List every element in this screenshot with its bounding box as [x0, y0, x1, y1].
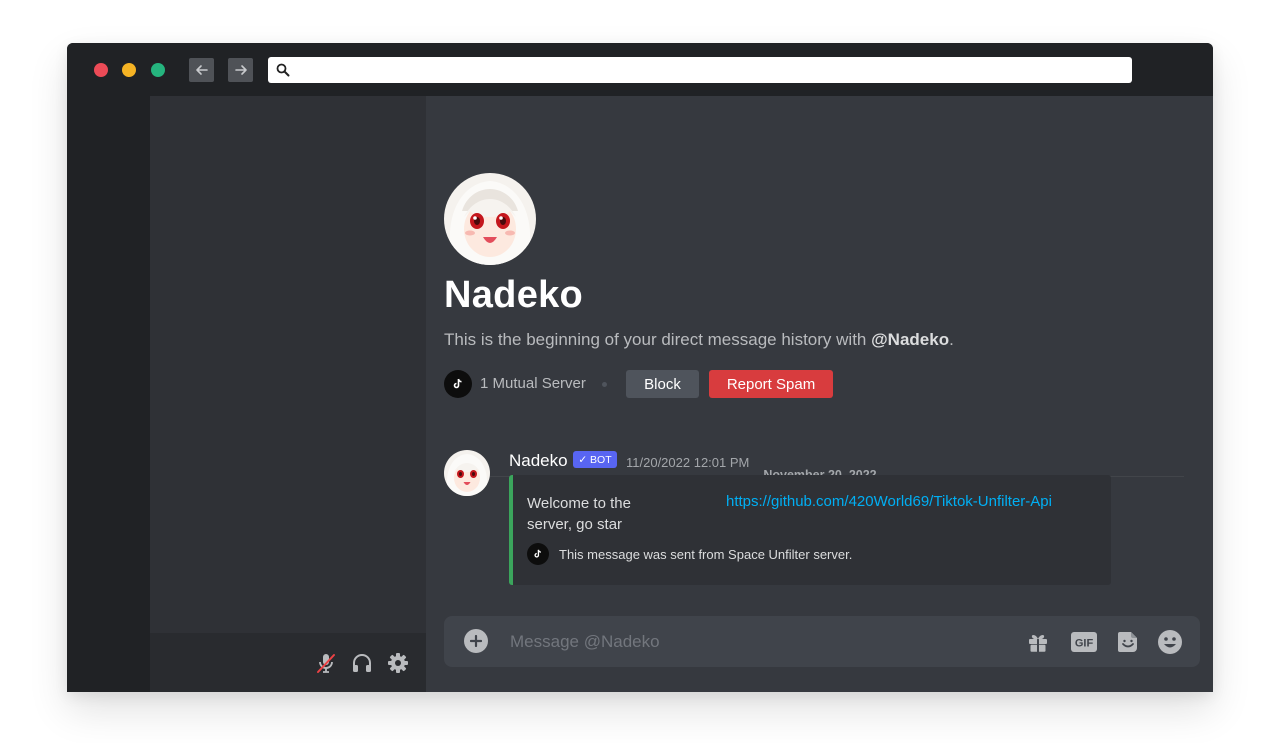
gif-icon: GIF [1071, 632, 1097, 652]
anime-avatar-image [444, 173, 536, 265]
profile-name: Nadeko [444, 274, 584, 316]
gif-button[interactable]: GIF [1070, 628, 1098, 656]
separator-dot [602, 382, 607, 387]
message-author[interactable]: Nadeko [509, 451, 568, 471]
tiktok-logo-icon [534, 549, 542, 558]
gift-icon [1029, 634, 1047, 652]
dm-intro-text: This is the beginning of your direct mes… [444, 330, 954, 350]
headphones-icon [353, 654, 371, 672]
close-window-button[interactable] [94, 63, 108, 77]
arrow-left-icon [195, 65, 208, 75]
add-attachment-button[interactable] [464, 629, 488, 653]
block-button[interactable]: Block [626, 370, 699, 398]
address-input[interactable] [296, 60, 1120, 82]
dm-sidebar [150, 96, 426, 692]
browser-window: Nadeko This is the beginning of your dir… [67, 43, 1213, 692]
profile-avatar[interactable] [444, 173, 536, 265]
report-spam-button[interactable]: Report Spam [709, 370, 833, 398]
maximize-window-button[interactable] [151, 63, 165, 77]
anime-avatar-image [444, 450, 490, 496]
minimize-window-button[interactable] [122, 63, 136, 77]
message-composer: GIF [444, 616, 1200, 667]
gear-icon [388, 653, 408, 673]
tiktok-server-icon[interactable] [444, 370, 472, 398]
embed-footer-text: This message was sent from Space Unfilte… [559, 547, 853, 562]
dm-main: Nadeko This is the beginning of your dir… [426, 96, 1213, 692]
microphone-muted-icon [317, 654, 335, 673]
mute-button[interactable] [314, 651, 338, 675]
message-input[interactable] [508, 630, 992, 654]
search-icon [276, 63, 290, 77]
message-timestamp: 11/20/2022 12:01 PM [626, 455, 750, 470]
user-panel [150, 633, 426, 692]
add-circle-icon [470, 635, 482, 647]
emoji-button[interactable] [1156, 628, 1184, 656]
back-button[interactable] [189, 58, 214, 82]
server-rail [67, 96, 150, 692]
arrow-right-icon [234, 65, 247, 75]
address-bar[interactable] [268, 57, 1132, 83]
bot-badge: ✓ BOT [573, 451, 617, 468]
message-avatar[interactable] [444, 450, 490, 496]
forward-button[interactable] [228, 58, 253, 82]
message-embed: Welcome to the server, go star https://g… [509, 475, 1111, 585]
mutual-servers-link[interactable]: 1 Mutual Server [480, 375, 586, 392]
gift-button[interactable] [1024, 628, 1052, 656]
deafen-button[interactable] [350, 651, 374, 675]
user-settings-button[interactable] [386, 651, 410, 675]
browser-titlebar [67, 43, 1213, 96]
emoji-icon [1158, 630, 1182, 654]
intro-handle: @Nadeko [871, 330, 950, 349]
sticker-button[interactable] [1114, 628, 1142, 656]
intro-prefix: This is the beginning of your direct mes… [444, 330, 872, 349]
mutual-row: 1 Mutual Server Block Report Spam [444, 370, 944, 398]
svg-text:GIF: GIF [1075, 638, 1094, 650]
intro-suffix: . [949, 330, 954, 349]
embed-footer-server-icon [527, 543, 549, 565]
sticker-icon [1118, 632, 1137, 652]
embed-link[interactable]: https://github.com/420World69/Tiktok-Unf… [726, 493, 1052, 510]
embed-text: Welcome to the server, go star [527, 495, 631, 533]
tiktok-logo-icon [453, 378, 462, 389]
